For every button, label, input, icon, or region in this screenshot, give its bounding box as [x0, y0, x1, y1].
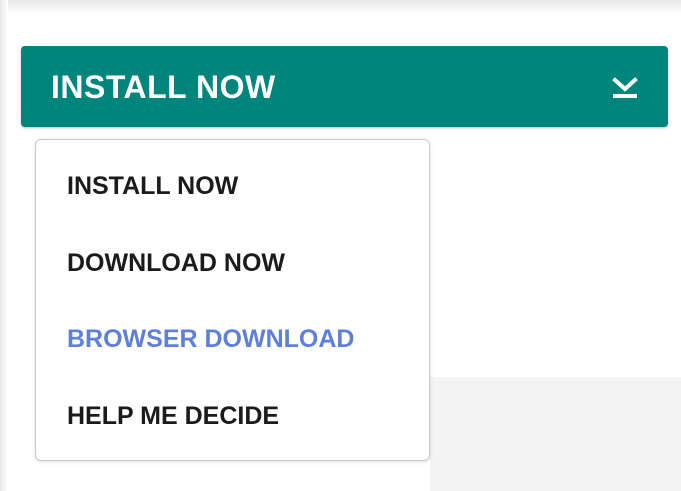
background-panel	[430, 377, 681, 491]
download-icon[interactable]	[610, 75, 640, 101]
menu-item-download-now[interactable]: DOWNLOAD NOW	[67, 248, 285, 278]
install-now-label: INSTALL NOW	[51, 69, 276, 105]
install-widget: INSTALL NOW INSTALL NOW DOWNLOAD NOW BRO…	[0, 0, 681, 491]
menu-item-install-now[interactable]: INSTALL NOW	[67, 171, 238, 201]
install-options-menu: INSTALL NOW DOWNLOAD NOW BROWSER DOWNLOA…	[35, 139, 430, 461]
menu-item-help-me-decide[interactable]: HELP ME DECIDE	[67, 401, 279, 431]
left-shadow	[0, 0, 8, 491]
top-shadow	[0, 0, 681, 14]
menu-item-browser-download[interactable]: BROWSER DOWNLOAD	[67, 324, 354, 354]
install-now-button[interactable]: INSTALL NOW	[21, 46, 668, 127]
